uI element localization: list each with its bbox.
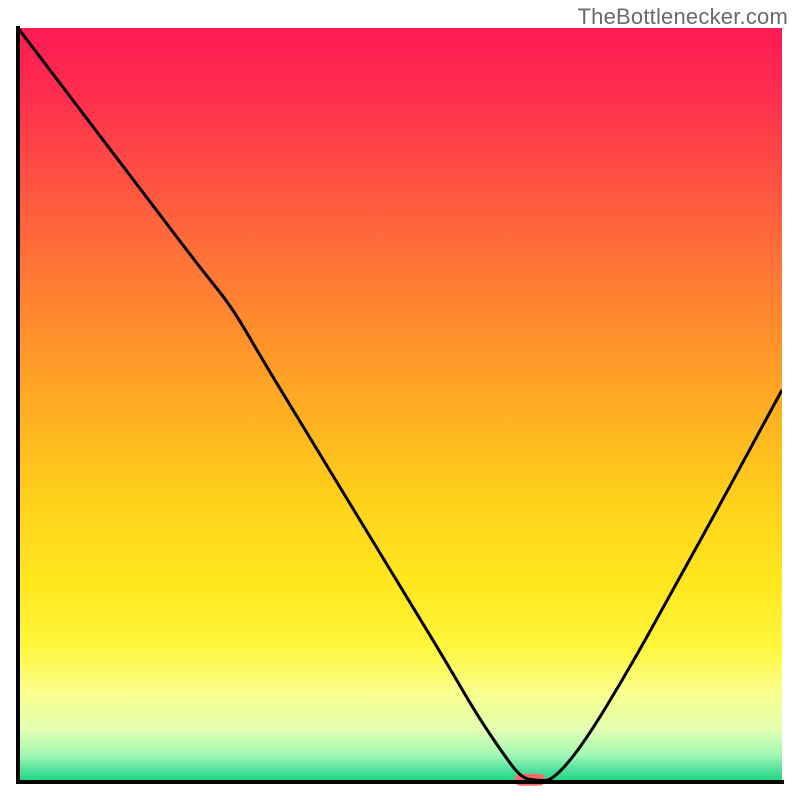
chart-svg (0, 0, 800, 800)
bottleneck-chart: TheBottlenecker.com (0, 0, 800, 800)
watermark-text: TheBottlenecker.com (578, 4, 788, 30)
plot-background (18, 28, 782, 782)
